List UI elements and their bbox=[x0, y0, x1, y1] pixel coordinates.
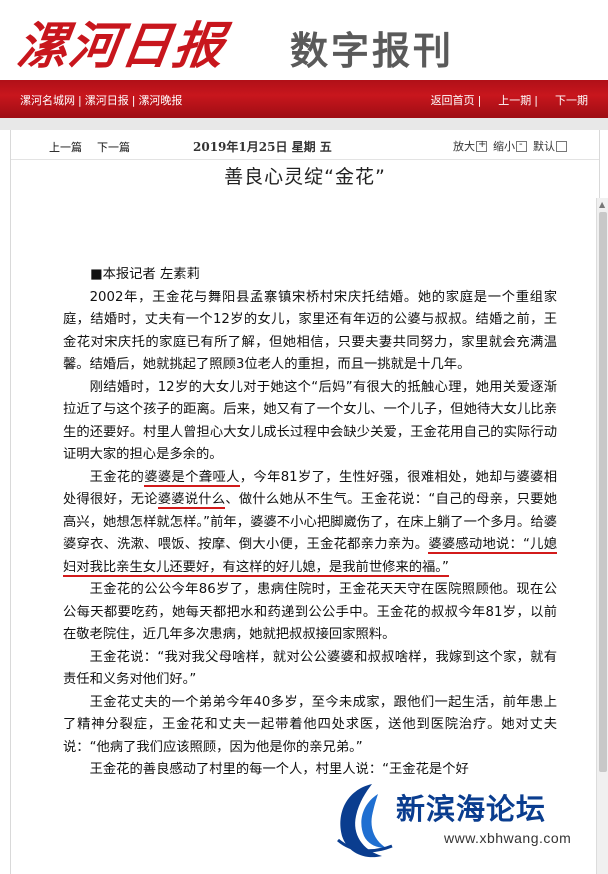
zoom-in-label: 放大 bbox=[453, 140, 475, 153]
newspaper-logo[interactable]: 漯河日报 bbox=[13, 6, 231, 78]
font-size-controls: 放大 缩小 默认 bbox=[453, 138, 573, 154]
header-divider bbox=[0, 118, 608, 130]
paragraph-3-text: 王金花的 bbox=[89, 469, 145, 485]
digital-edition-title: 数字报刊 bbox=[290, 29, 455, 73]
watermark-logo-icon bbox=[337, 784, 393, 858]
nav-separator: | bbox=[534, 94, 538, 107]
nav-separator: | bbox=[131, 94, 136, 107]
default-size-button[interactable] bbox=[556, 140, 567, 152]
forum-watermark: 新滨海论坛 www.xbhwang.com bbox=[330, 770, 608, 874]
previous-article-link[interactable]: 上一篇 bbox=[49, 139, 82, 155]
link-luohe-mingcheng[interactable]: 漯河名城网 bbox=[20, 94, 75, 107]
highlighted-phrase: 婆婆说什么 bbox=[157, 492, 226, 509]
article-frame: 上一篇 下一篇 2019年1月25日 星期 五 放大 缩小 默认 善良心灵绽“金花”… bbox=[10, 130, 600, 874]
paragraph-5: 王金花说：“我对我父母啥样，就对公公婆婆和叔叔啥样，我嫁到这个家，就有责任和义务… bbox=[63, 649, 557, 688]
site-header: 漯河日报 数字报刊 bbox=[0, 0, 608, 80]
link-luohe-daily[interactable]: 漯河日报 bbox=[85, 94, 129, 107]
link-luohe-evening[interactable]: 漯河晚报 bbox=[138, 94, 182, 107]
scroll-up-arrow-icon[interactable]: ▲ bbox=[599, 200, 605, 209]
paragraph-3: 王金花的婆婆是个聋哑人，今年81岁了，生性好强，很难相处，她却与婆婆相处得很好，… bbox=[63, 467, 558, 580]
previous-issue-link[interactable]: 上一期 bbox=[498, 94, 531, 107]
next-article-link[interactable]: 下一篇 bbox=[97, 139, 130, 155]
article-title: 善良心灵绽“金花” bbox=[224, 166, 386, 188]
highlighted-phrase: 婆婆是个聋哑人 bbox=[144, 469, 240, 487]
default-size-label: 默认 bbox=[533, 140, 555, 153]
issue-date: 2019年1月25日 星期 五 bbox=[193, 140, 332, 154]
nav-separator: | bbox=[78, 94, 82, 107]
paragraph-6: 王金花丈夫的一个弟弟今年40多岁，至今未成家，跟他们一起生活，前年患上了精神分裂… bbox=[63, 694, 557, 755]
zoom-out-label: 缩小 bbox=[493, 140, 515, 153]
site-links: 漯河名城网 | 漯河日报 | 漯河晚报 bbox=[20, 92, 182, 108]
watermark-url: www.xbhwang.com bbox=[444, 830, 572, 846]
article-body: ■本报记者 左素莉 2002年，王金花与舞阳县孟寨镇宋桥村宋庆托结婚。她的家庭是… bbox=[63, 264, 558, 782]
watermark-name: 新滨海论坛 bbox=[396, 792, 547, 826]
zoom-in-button[interactable] bbox=[476, 139, 487, 152]
nav-separator: | bbox=[477, 94, 482, 107]
next-issue-link[interactable]: 下一期 bbox=[555, 94, 588, 107]
top-nav-bar: 漯河名城网 | 漯河日报 | 漯河晚报 返回首页 | 上一期 | 下一期 bbox=[0, 80, 608, 118]
issue-nav: 返回首页 | 上一期 | 下一期 bbox=[431, 92, 588, 108]
scrollbar-thumb[interactable] bbox=[599, 212, 607, 772]
paragraph-1: 2002年，王金花与舞阳县孟寨镇宋桥村宋庆托结婚。她的家庭是一个重组家庭，结婚时… bbox=[63, 289, 557, 373]
article-toolbar: 上一篇 下一篇 2019年1月25日 星期 五 放大 缩小 默认 bbox=[11, 130, 599, 160]
byline: ■本报记者 左素莉 bbox=[90, 267, 200, 282]
paragraph-4: 王金花的公公今年86岁了，患病住院时，王金花天天守在医院照顾他。现在公公每天都要… bbox=[63, 582, 557, 642]
paragraph-2: 刚结婚时，12岁的大女儿对于她这个“后妈”有很大的抵触心理，她用关爱逐渐拉近了与… bbox=[63, 379, 557, 463]
zoom-out-button[interactable] bbox=[516, 139, 527, 152]
back-home-link[interactable]: 返回首页 bbox=[431, 94, 475, 107]
